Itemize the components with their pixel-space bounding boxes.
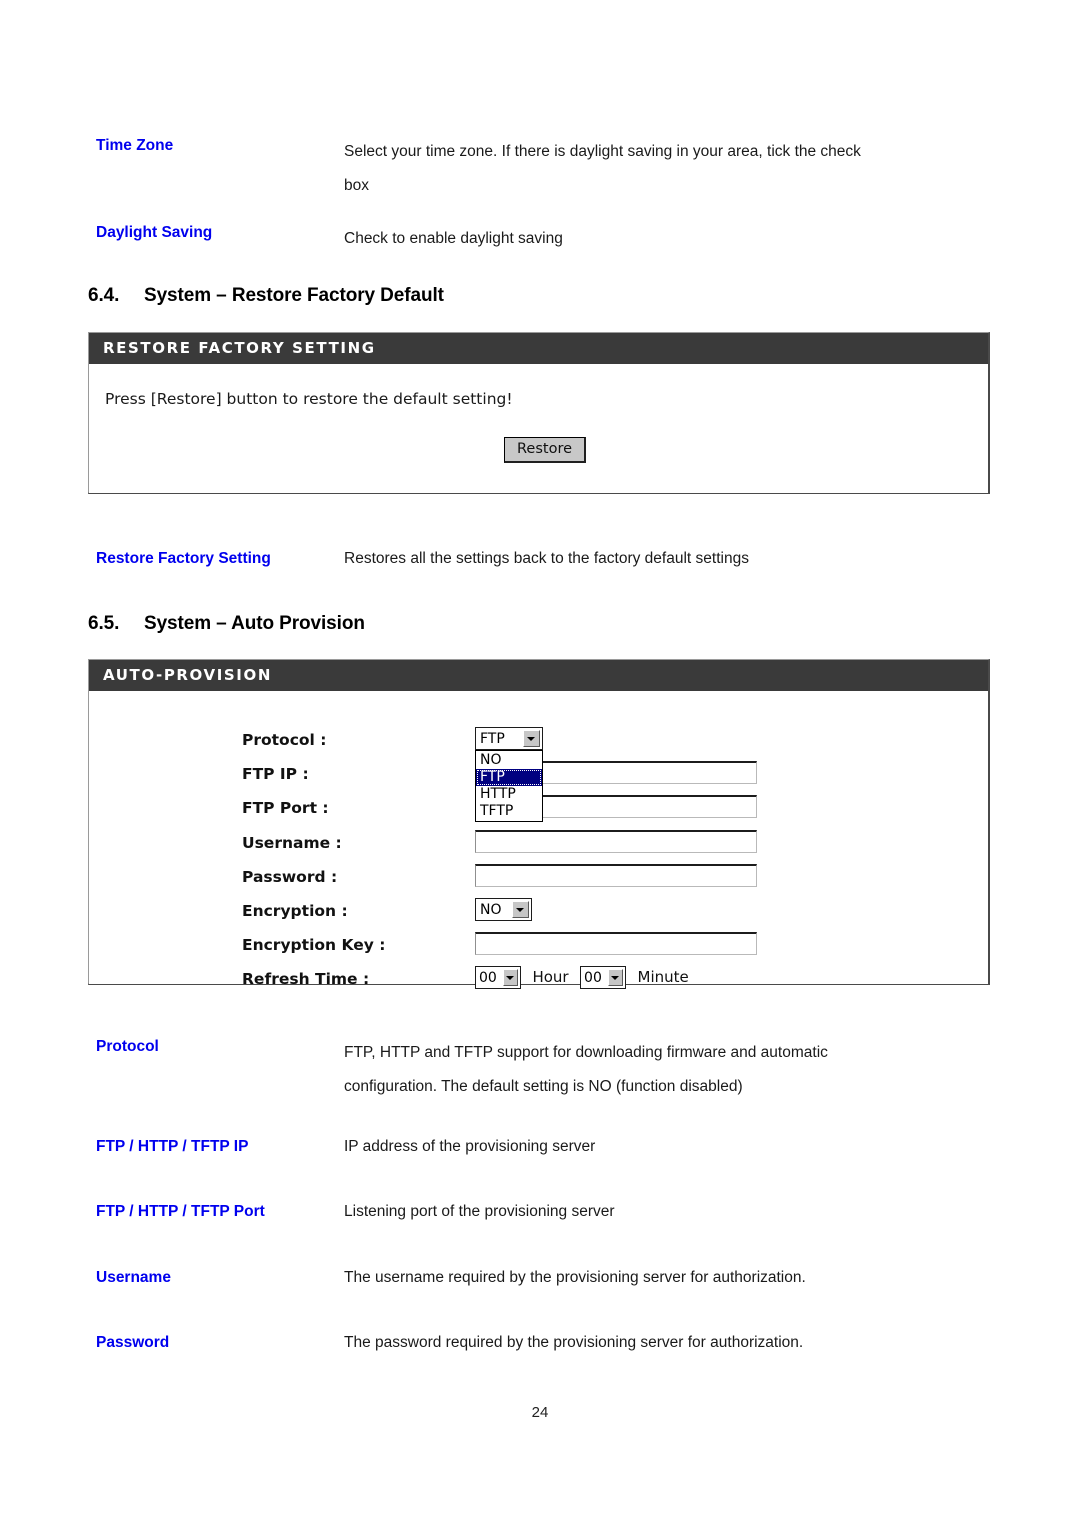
chevron-down-icon[interactable]: [503, 969, 518, 986]
auto-provision-panel-body: Protocol : FTP FTP IP : FTP Port : Usern…: [89, 691, 988, 989]
refresh-hour-select[interactable]: 00: [475, 966, 521, 989]
description-text: The password required by the provisionin…: [344, 1332, 996, 1354]
manual-page: Time Zone Select your time zone. If ther…: [0, 0, 1080, 1527]
field-control-encryption: NO: [475, 898, 532, 921]
description-row-ftp-http-tftp-ip: FTP / HTTP / TFTP IP IP address of the p…: [96, 1136, 996, 1158]
refresh-hour-value: 00: [479, 970, 497, 986]
protocol-select[interactable]: FTP: [475, 727, 543, 750]
chevron-down-icon[interactable]: [523, 730, 540, 747]
description-row-ftp-http-tftp-port: FTP / HTTP / TFTP Port Listening port of…: [96, 1201, 996, 1223]
section-heading-auto-provision: 6.5. System – Auto Provision: [88, 613, 365, 635]
field-control-protocol: FTP: [475, 727, 543, 750]
field-label-ftp-ip: FTP IP :: [242, 765, 309, 783]
description-label: Protocol: [96, 1038, 159, 1055]
form-row-encryption-key: Encryption Key :: [89, 932, 988, 966]
description-label: FTP / HTTP / TFTP Port: [96, 1203, 265, 1220]
section-heading-restore-factory-default: 6.4. System – Restore Factory Default: [88, 285, 444, 307]
description-line: box: [344, 177, 369, 194]
description-line: Listening port of the provisioning serve…: [344, 1203, 615, 1220]
field-control-password: [475, 864, 757, 887]
form-row-encryption: Encryption : NO: [89, 898, 988, 932]
encryption-select-value: NO: [480, 902, 502, 918]
description-row-password: Password The password required by the pr…: [96, 1332, 996, 1354]
field-label-username: Username :: [242, 834, 342, 852]
encryption-select[interactable]: NO: [475, 898, 532, 921]
description-line: Select your time zone. If there is dayli…: [344, 143, 861, 160]
panel-header-restore-factory-setting: RESTORE FACTORY SETTING: [89, 333, 988, 364]
description-text: Listening port of the provisioning serve…: [344, 1201, 996, 1223]
description-line: Restores all the settings back to the fa…: [344, 550, 749, 567]
description-text: Restores all the settings back to the fa…: [344, 548, 996, 570]
password-input[interactable]: [475, 864, 757, 887]
description-line: configuration. The default setting is NO…: [344, 1078, 743, 1095]
protocol-select-value: FTP: [480, 731, 505, 747]
form-row-username: Username :: [89, 830, 988, 864]
field-label-password: Password :: [242, 868, 338, 886]
chevron-down-icon[interactable]: [608, 969, 624, 986]
field-control-encryption-key: [475, 932, 757, 955]
refresh-minute-select[interactable]: 00: [580, 966, 627, 989]
description-line: Check to enable daylight saving: [344, 230, 563, 247]
field-control-username: [475, 830, 757, 853]
description-row-restore-factory-setting: Restore Factory Setting Restores all the…: [96, 548, 996, 570]
description-line: The password required by the provisionin…: [344, 1334, 804, 1351]
field-label-encryption-key: Encryption Key :: [242, 936, 386, 954]
description-row-daylight-saving: Daylight Saving Check to enable daylight…: [96, 222, 996, 256]
restore-panel-body: Press [Restore] button to restore the de…: [89, 364, 988, 493]
refresh-hour-unit-label: Hour: [532, 968, 569, 986]
description-text: The username required by the provisionin…: [344, 1267, 996, 1289]
protocol-option-no[interactable]: NO: [476, 752, 542, 769]
protocol-option-http[interactable]: HTTP: [476, 786, 542, 803]
page-number: 24: [531, 1404, 549, 1421]
form-row-password: Password :: [89, 864, 988, 898]
description-text: Select your time zone. If there is dayli…: [344, 135, 996, 203]
field-control-refresh-time: 00 Hour 00 Minute: [475, 966, 696, 989]
description-row-username: Username The username required by the pr…: [96, 1267, 996, 1289]
form-row-refresh-time: Refresh Time : 00 Hour 00 Minute: [89, 966, 988, 1000]
description-text: Check to enable daylight saving: [344, 222, 996, 256]
refresh-minute-value: 00: [584, 970, 602, 986]
panel-header-auto-provision: AUTO-PROVISION: [89, 660, 988, 691]
field-label-refresh-time: Refresh Time :: [242, 970, 370, 988]
description-line: IP address of the provisioning server: [344, 1138, 596, 1155]
restore-factory-setting-panel: RESTORE FACTORY SETTING Press [Restore] …: [88, 332, 990, 494]
description-text: IP address of the provisioning server: [344, 1136, 996, 1158]
restore-button[interactable]: Restore: [504, 437, 587, 463]
encryption-key-input[interactable]: [475, 932, 757, 955]
description-row-protocol: Protocol FTP, HTTP and TFTP support for …: [96, 1036, 996, 1104]
description-text: FTP, HTTP and TFTP support for downloadi…: [344, 1036, 996, 1104]
field-label-protocol: Protocol :: [242, 731, 327, 749]
description-row-time-zone: Time Zone Select your time zone. If ther…: [96, 135, 996, 203]
protocol-dropdown-list[interactable]: NO FTP HTTP TFTP: [475, 750, 543, 822]
description-line: FTP, HTTP and TFTP support for downloadi…: [344, 1044, 828, 1061]
description-label: Daylight Saving: [96, 224, 213, 241]
description-label: Username: [96, 1269, 171, 1286]
description-line: The username required by the provisionin…: [344, 1269, 806, 1286]
restore-instruction-text: Press [Restore] button to restore the de…: [105, 390, 513, 408]
auto-provision-panel: AUTO-PROVISION Protocol : FTP FTP IP : F…: [88, 659, 990, 989]
description-label: Time Zone: [96, 137, 174, 154]
description-label: FTP / HTTP / TFTP IP: [96, 1138, 249, 1155]
description-label: Restore Factory Setting: [96, 550, 271, 567]
refresh-minute-unit-label: Minute: [637, 968, 689, 986]
section-title: System – Restore Factory Default: [144, 285, 444, 306]
section-number: 6.4.: [88, 285, 120, 306]
description-label: Password: [96, 1334, 170, 1351]
chevron-down-icon[interactable]: [512, 901, 529, 918]
field-label-ftp-port: FTP Port :: [242, 799, 329, 817]
username-input[interactable]: [475, 830, 757, 853]
section-number: 6.5.: [88, 613, 120, 634]
section-title: System – Auto Provision: [144, 613, 365, 634]
field-label-encryption: Encryption :: [242, 902, 348, 920]
protocol-option-ftp[interactable]: FTP: [476, 769, 542, 786]
protocol-option-tftp[interactable]: TFTP: [476, 803, 542, 820]
